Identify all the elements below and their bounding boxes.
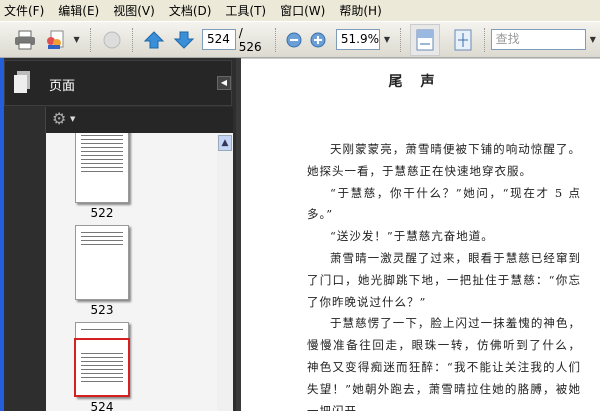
thumbnail-label: 523 [90, 303, 114, 317]
arrow-down-icon [174, 31, 195, 49]
page-thumbnail-523[interactable] [75, 225, 129, 300]
chapter-title: 尾声 [388, 74, 453, 90]
fit-width-button[interactable] [410, 23, 440, 56]
plus-circle-icon [310, 32, 326, 47]
document-body: 天刚蒙蒙亮，萧雪晴便被下铺的响动惊醒了。她探头一看，于慧慈正在快速地穿衣服。 “… [307, 139, 581, 411]
zoom-dropdown-icon[interactable]: ▼ [384, 35, 390, 44]
page-thumbnail-522[interactable] [75, 133, 129, 203]
print-button[interactable] [13, 28, 37, 52]
current-view-highlight [74, 338, 130, 397]
panel-left-column [4, 107, 44, 411]
zoom-input[interactable]: 51.9% [335, 29, 380, 50]
web-button [100, 28, 124, 52]
document-view: 尾声 天刚蒙蒙亮，萧雪晴便被下铺的响动惊醒了。她探头一看，于慧慈正在快速地穿衣服… [241, 58, 600, 411]
page-number-input[interactable]: 524 [201, 29, 236, 50]
menu-help[interactable]: 帮助(H) [339, 2, 381, 19]
menu-view[interactable]: 视图(V) [113, 2, 155, 19]
fit-width-icon [416, 29, 434, 50]
menu-edit[interactable]: 编辑(E) [58, 2, 99, 19]
panel-title: 页面 [49, 79, 76, 94]
paragraph: “送沙发！”于慧慈亢奋地道。 [330, 229, 494, 244]
paragraph: 天刚蒙蒙亮，萧雪晴便被下铺的响动惊醒了。她探头一看，于慧慈正在快速地穿衣服。 [307, 142, 581, 178]
divider [89, 27, 91, 52]
thumbnail-list: 522 523 524 ▲ [46, 133, 233, 411]
scroll-up-button[interactable]: ▲ [218, 135, 232, 151]
thumbnail-label: 522 [90, 206, 114, 220]
paragraph: “于慧慈，你干什么？”她问，“现在才 5 点多。” [307, 185, 581, 222]
gear-icon[interactable]: ⚙ [52, 109, 66, 128]
menu-bar: 文件(F) 编辑(E) 视图(V) 文档(D) 工具(T) 窗口(W) 帮助(H… [0, 0, 600, 21]
collaborate-button[interactable] [43, 28, 67, 52]
panel-header: 页面 ◀ [4, 60, 232, 106]
collapse-panel-button[interactable]: ◀ [217, 76, 231, 90]
divider [275, 27, 277, 52]
options-dropdown-icon[interactable]: ▼ [70, 115, 75, 123]
toolbar: ▼ 524 / 526 51.9% ▼ 查找 ▼ [0, 21, 600, 58]
menu-window[interactable]: 窗口(W) [280, 2, 325, 19]
previous-page-button[interactable] [142, 28, 166, 52]
share-document-icon [46, 30, 64, 49]
fit-page-icon [454, 29, 472, 50]
total-pages: / 526 [238, 25, 262, 54]
menu-file[interactable]: 文件(F) [4, 2, 44, 19]
divider [483, 27, 485, 52]
find-input[interactable]: 查找 [490, 29, 586, 50]
printer-icon [14, 30, 35, 49]
pages-panel: 页面 ◀ ⚙ ▼ 522 523 524 ▲ [4, 58, 241, 411]
page-thumbnail-524[interactable] [74, 322, 130, 397]
minus-circle-icon [286, 32, 302, 47]
menu-document[interactable]: 文档(D) [169, 2, 212, 19]
divider [132, 27, 134, 52]
thumbnail-scrollbar[interactable]: ▲ [217, 133, 233, 411]
pages-icon [14, 71, 30, 93]
divider [400, 27, 402, 52]
next-page-button[interactable] [172, 28, 196, 52]
paragraph: 于慧慈愣了一下，脸上闪过一抹羞愧的神色，慢慢准备往回走，眼珠一转，仿佛听到了什么… [307, 316, 581, 411]
fit-page-button[interactable] [451, 28, 475, 52]
find-dropdown-icon[interactable]: ▼ [590, 35, 596, 44]
menu-tools[interactable]: 工具(T) [225, 2, 266, 19]
arrow-up-icon [144, 30, 165, 48]
zoom-in-button[interactable] [309, 28, 327, 52]
globe-icon [103, 31, 121, 48]
options-bar: ⚙ ▼ [45, 107, 233, 133]
paragraph: 萧雪晴一激灵醒了过来，眼看于慧慈已经窜到了门口，她光脚跳下地，一把扯住于慧慈：“… [307, 250, 581, 309]
dropdown-arrow-icon[interactable]: ▼ [73, 35, 79, 44]
thumbnail-label: 524 [90, 400, 114, 411]
zoom-out-button[interactable] [285, 28, 303, 52]
